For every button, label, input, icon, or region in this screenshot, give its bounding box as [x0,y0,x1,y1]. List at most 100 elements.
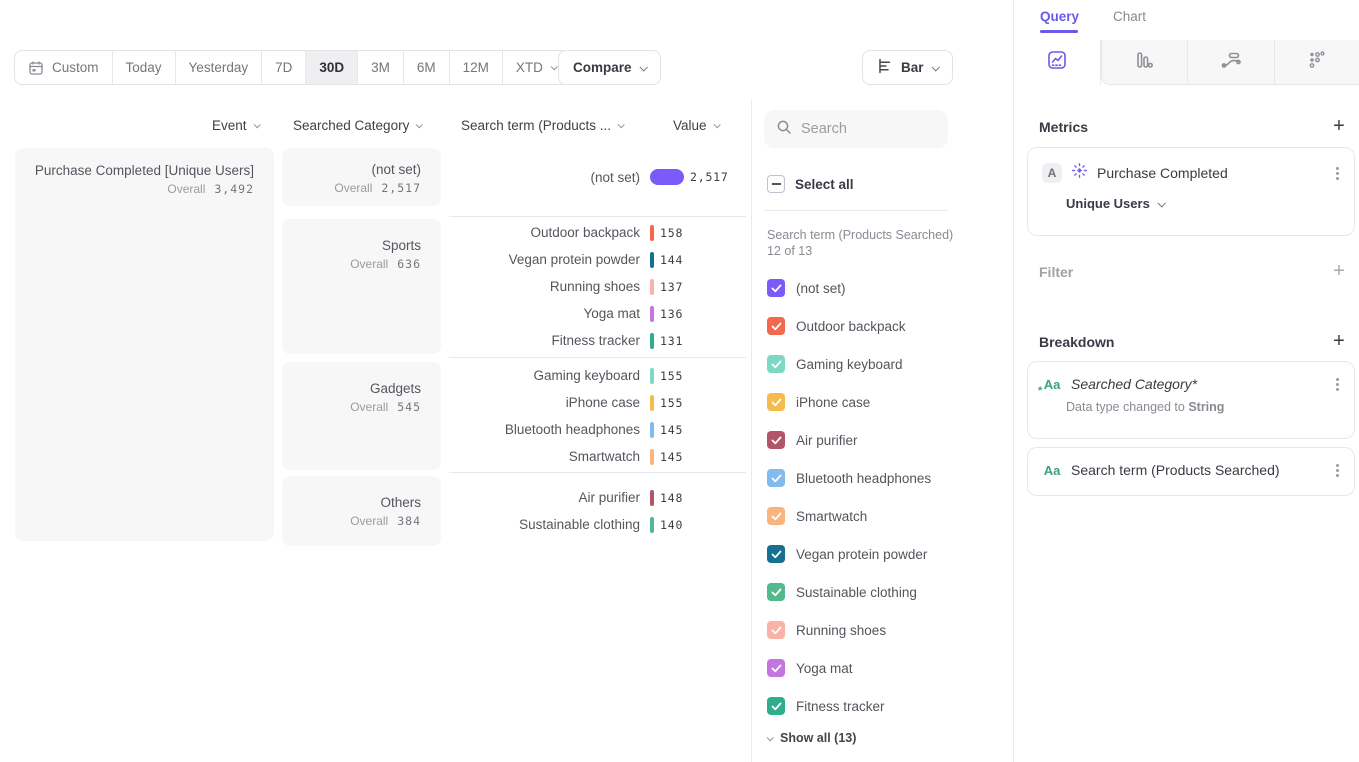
value-bar[interactable] [650,169,684,185]
date-range-30d[interactable]: 30D [305,51,357,84]
tab-retention[interactable] [1275,40,1359,85]
column-header-value[interactable]: Value [673,118,719,133]
select-all-row[interactable]: Select all [767,175,854,193]
value-bar[interactable] [650,368,654,384]
add-metric-button[interactable] [1331,119,1347,135]
tab-query[interactable]: Query [1040,9,1079,24]
checkbox-checked[interactable] [767,431,785,449]
tab-flows[interactable] [1188,40,1275,85]
date-range-12m[interactable]: 12M [449,51,502,84]
term-row[interactable]: Yoga mat136 [449,300,746,327]
metric-card[interactable]: A Purchase Completed Unique Users [1027,147,1355,236]
checkbox-checked[interactable] [767,621,785,639]
chart-type-button[interactable]: Bar [862,50,953,85]
checkbox-checked[interactable] [767,279,785,297]
term-row[interactable]: iPhone case155 [449,389,746,416]
legend-item[interactable]: Gaming keyboard [767,345,931,383]
value-bar[interactable] [650,517,654,533]
legend-item[interactable]: Fitness tracker [767,687,931,725]
checkbox-checked[interactable] [767,697,785,715]
legend-item[interactable]: Vegan protein powder [767,535,931,573]
chevron-down-icon [639,63,647,71]
legend-item[interactable]: Air purifier [767,421,931,459]
date-range-yesterday[interactable]: Yesterday [175,51,262,84]
date-range-7d[interactable]: 7D [261,51,305,84]
chevron-down-icon [713,121,720,128]
legend-item[interactable]: Bluetooth headphones [767,459,931,497]
add-breakdown-button[interactable] [1331,334,1347,350]
overall-label: Overall [350,514,388,528]
value-bar[interactable] [650,252,654,268]
term-row[interactable]: Fitness tracker131 [449,327,746,354]
chevron-down-icon [931,63,939,71]
checkbox-checked[interactable] [767,659,785,677]
checkbox-indeterminate[interactable] [767,175,785,193]
date-range-today[interactable]: Today [112,51,175,84]
legend-item[interactable]: Outdoor backpack [767,307,931,345]
term-row[interactable]: (not set)2,517 [449,164,746,191]
tab-funnels[interactable] [1101,40,1189,85]
checkbox-checked[interactable] [767,393,785,411]
value-bar[interactable] [650,395,654,411]
group-divider [449,472,746,473]
category-name: Sports [282,237,421,254]
term-row[interactable]: Air purifier148 [449,484,746,511]
kebab-menu-icon[interactable] [1336,378,1340,391]
legend-item[interactable]: Yoga mat [767,649,931,687]
checkbox-checked[interactable] [767,317,785,335]
category-cell[interactable]: OthersOverall384 [282,476,441,546]
column-header-category[interactable]: Searched Category [293,118,421,133]
legend-item-label: Smartwatch [796,509,867,524]
term-row[interactable]: Running shoes137 [449,273,746,300]
checkbox-checked[interactable] [767,507,785,525]
value-bar[interactable] [650,225,654,241]
date-range-custom[interactable]: Custom [15,51,112,84]
term-value: 144 [660,253,683,267]
search-input[interactable] [801,121,931,137]
value-bar[interactable] [650,449,654,465]
legend-item[interactable]: Running shoes [767,611,931,649]
term-row[interactable]: Bluetooth headphones145 [449,416,746,443]
legend-item[interactable]: iPhone case [767,383,931,421]
date-range-6m[interactable]: 6M [403,51,449,84]
aggregation-selector[interactable]: Unique Users [1066,196,1354,211]
column-header-event[interactable]: Event [212,118,259,133]
event-cell[interactable]: Purchase Completed [Unique Users] Overal… [15,148,274,541]
breakdown-card[interactable]: Aa Search term (Products Searched) [1027,447,1355,496]
search-box[interactable] [764,110,948,148]
breakdown-card[interactable]: Aa Searched Category* Data type changed … [1027,361,1355,439]
compare-button[interactable]: Compare [558,50,661,85]
category-cell[interactable]: GadgetsOverall545 [282,362,441,470]
value-bar[interactable] [650,279,654,295]
term-row[interactable]: Gaming keyboard155 [449,362,746,389]
checkbox-checked[interactable] [767,583,785,601]
term-row[interactable]: Smartwatch145 [449,443,746,470]
breakdown-property-name: Search term (Products Searched) [1071,462,1327,478]
column-header-search-term[interactable]: Search term (Products ... [461,118,623,133]
tab-chart[interactable]: Chart [1113,9,1146,24]
value-bar[interactable] [650,422,654,438]
date-range-3m[interactable]: 3M [357,51,403,84]
legend-item-label: Sustainable clothing [796,585,917,600]
show-all-button[interactable]: Show all (13) [767,731,856,745]
tab-insights[interactable] [1014,40,1101,85]
category-cell[interactable]: (not set)Overall2,517 [282,148,441,206]
term-row[interactable]: Sustainable clothing140 [449,511,746,538]
value-bar[interactable] [650,333,654,349]
term-row[interactable]: Vegan protein powder144 [449,246,746,273]
category-cell[interactable]: SportsOverall636 [282,219,441,354]
event-name: Purchase Completed [Unique Users] [15,162,254,179]
term-row[interactable]: Outdoor backpack158 [449,219,746,246]
kebab-menu-icon[interactable] [1336,167,1340,180]
legend-item[interactable]: Smartwatch [767,497,931,535]
value-bar[interactable] [650,490,654,506]
legend-item[interactable]: Sustainable clothing [767,573,931,611]
group-divider [449,216,746,217]
checkbox-checked[interactable] [767,545,785,563]
add-filter-button[interactable] [1331,264,1347,280]
checkbox-checked[interactable] [767,469,785,487]
legend-item[interactable]: (not set) [767,269,931,307]
checkbox-checked[interactable] [767,355,785,373]
kebab-menu-icon[interactable] [1336,464,1340,477]
value-bar[interactable] [650,306,654,322]
